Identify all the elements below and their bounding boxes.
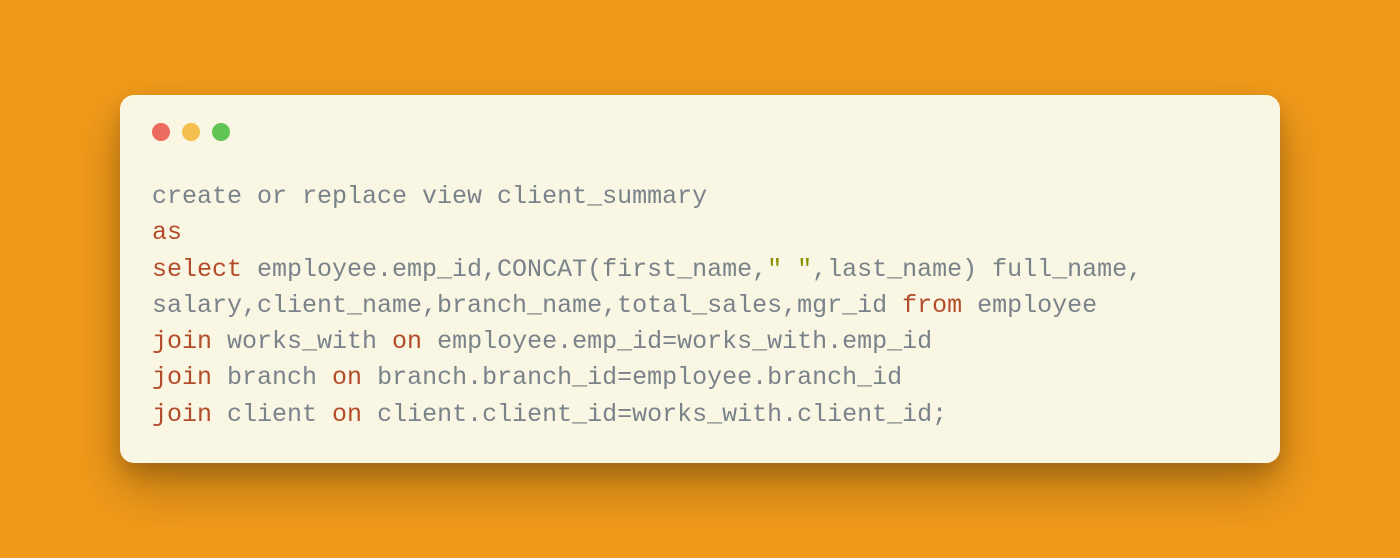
code-text: client — [212, 400, 332, 429]
keyword-join: join — [152, 327, 212, 356]
keyword-on: on — [332, 400, 362, 429]
code-text: client.client_id=works_with.client_id; — [362, 400, 947, 429]
keyword-from: from — [902, 291, 962, 320]
code-text: works_with — [212, 327, 392, 356]
code-window: create or replace view client_summary as… — [120, 95, 1280, 463]
code-text: employee.emp_id,CONCAT(first_name, — [242, 255, 767, 284]
code-text: salary,client_name,branch_name,total_sal… — [152, 291, 902, 320]
keyword-on: on — [392, 327, 422, 356]
keyword-join: join — [152, 363, 212, 392]
code-text: branch — [212, 363, 332, 392]
code-text: ,last_name) full_name, — [812, 255, 1142, 284]
minimize-icon[interactable] — [182, 123, 200, 141]
keyword-join: join — [152, 400, 212, 429]
code-block: create or replace view client_summary as… — [152, 179, 1248, 433]
window-controls — [152, 123, 1248, 141]
code-text: branch.branch_id=employee.branch_id — [362, 363, 902, 392]
close-icon[interactable] — [152, 123, 170, 141]
code-text: employee.emp_id=works_with.emp_id — [422, 327, 932, 356]
code-text: create or replace view client_summary — [152, 182, 707, 211]
keyword-select: select — [152, 255, 242, 284]
keyword-on: on — [332, 363, 362, 392]
string-literal: " " — [767, 255, 812, 284]
stage: create or replace view client_summary as… — [0, 0, 1400, 558]
maximize-icon[interactable] — [212, 123, 230, 141]
keyword-as: as — [152, 218, 182, 247]
code-text: employee — [962, 291, 1097, 320]
